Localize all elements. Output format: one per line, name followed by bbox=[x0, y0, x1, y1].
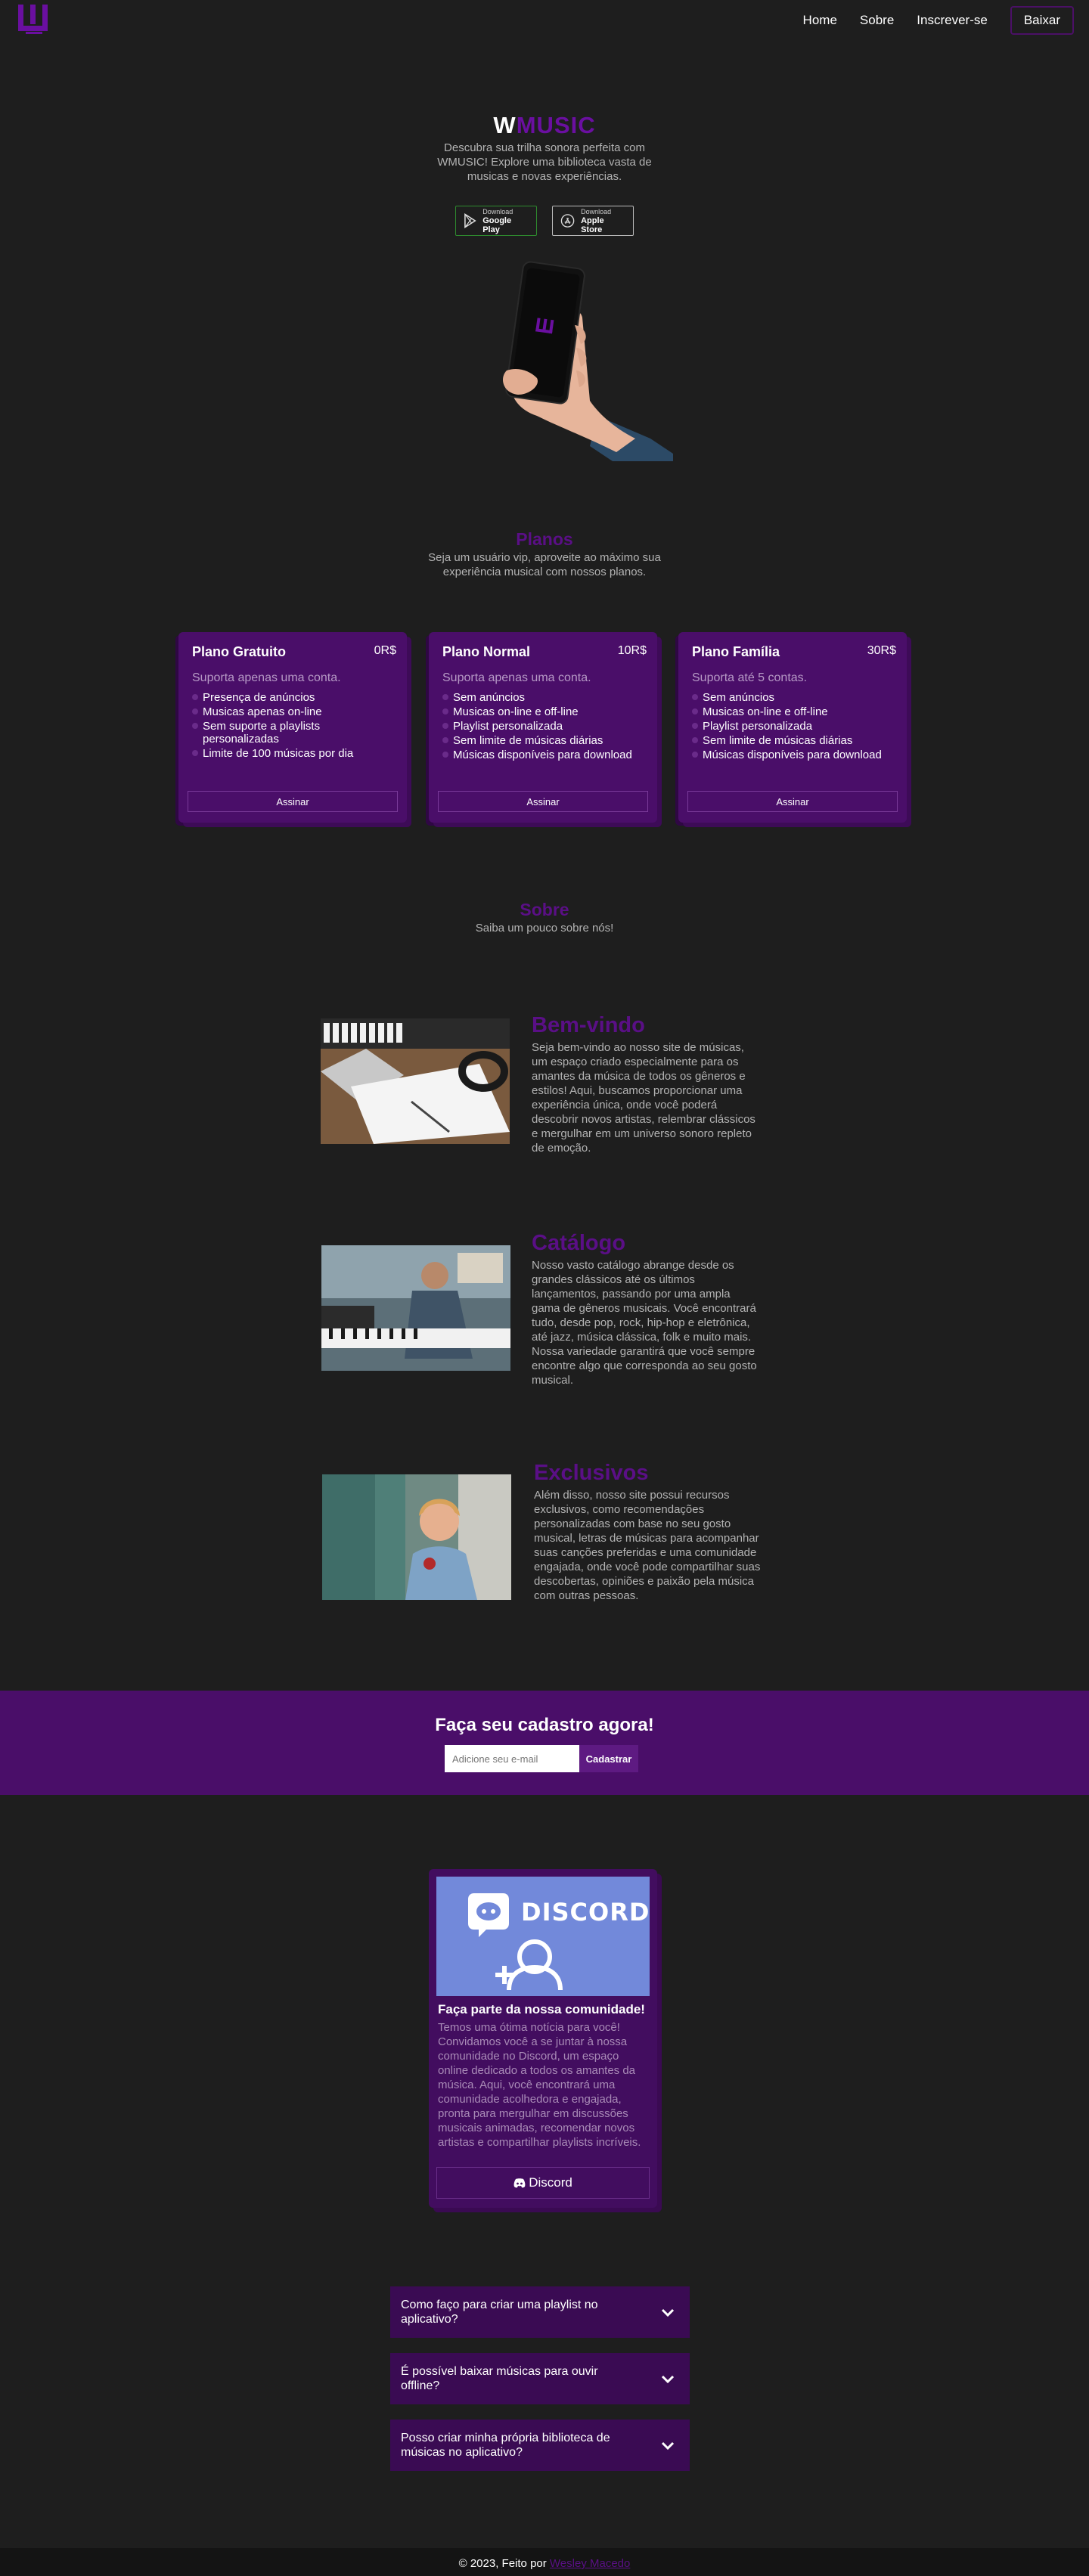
apple-store-text: Download Apple Store bbox=[581, 207, 625, 234]
apple-store-button[interactable]: Download Apple Store bbox=[552, 206, 634, 236]
faq-question: É possível baixar músicas para ouvir off… bbox=[401, 2365, 598, 2392]
nav-baixar-button[interactable]: Baixar bbox=[1010, 6, 1074, 35]
discord-banner: DISCORD bbox=[436, 1877, 650, 1996]
discord-text: Temos uma ótima notícia para você! Convi… bbox=[438, 2021, 641, 2149]
plan-feature: Presença de anúncios bbox=[192, 691, 396, 704]
plan-feature: Sem anúncios bbox=[692, 691, 896, 704]
plans-section-title: Planos bbox=[516, 529, 573, 549]
discord-icon bbox=[513, 2178, 526, 2187]
plan-card-gratuito: Plano Gratuito 0R$ Suporta apenas uma co… bbox=[178, 632, 407, 823]
plan-feature: Sem anúncios bbox=[442, 691, 647, 704]
assinar-gratuito-button[interactable]: Assinar bbox=[188, 791, 398, 812]
chevron-down-icon bbox=[661, 2308, 675, 2317]
email-input[interactable] bbox=[445, 1745, 579, 1772]
nav-sobre-link[interactable]: Sobre bbox=[860, 13, 894, 28]
hero-subtitle: Descubra sua trilha sonora perfeita com … bbox=[437, 141, 652, 183]
discord-button[interactable]: Discord bbox=[436, 2167, 650, 2199]
plan-support: Suporta apenas uma conta. bbox=[192, 671, 341, 684]
plan-feature: Sem limite de músicas diárias bbox=[442, 734, 647, 747]
about-title-catalogo: Catálogo bbox=[532, 1231, 626, 1255]
plan-card-normal: Plano Normal 10R$ Suporta apenas uma con… bbox=[429, 632, 657, 823]
about-title-bemvindo: Bem-vindo bbox=[532, 1013, 645, 1037]
plan-feature: Sem limite de músicas diárias bbox=[692, 734, 896, 747]
about-text-bemvindo: Seja bem-vindo ao nosso site de músicas,… bbox=[532, 1041, 755, 1155]
studio-desk-image bbox=[321, 1018, 510, 1144]
plan-feature: Músicas disponíveis para download bbox=[692, 749, 896, 761]
plan-feature: Musicas on-line e off-line bbox=[442, 705, 647, 718]
discord-title: Faça parte da nossa comunidade! bbox=[438, 2002, 645, 2016]
about-text-catalogo: Nosso vasto catálogo abrange desde os gr… bbox=[532, 1259, 757, 1387]
signup-title: Faça seu cadastro agora! bbox=[435, 1715, 654, 1735]
faq-item[interactable]: Como faço para criar uma playlist no apl… bbox=[390, 2286, 690, 2338]
google-play-button[interactable]: Download Google Play bbox=[455, 206, 537, 236]
plan-name: Plano Gratuito bbox=[192, 644, 287, 659]
about-section-title: Sobre bbox=[520, 900, 569, 919]
faq-item[interactable]: Posso criar minha própria biblioteca de … bbox=[390, 2419, 690, 2471]
google-play-small: Download bbox=[482, 208, 513, 215]
plan-features: Sem anúncios Musicas on-line e off-line … bbox=[442, 691, 647, 763]
discord-card: DISCORD Faça parte da nossa comunidade! … bbox=[429, 1869, 657, 2208]
discord-button-label: Discord bbox=[529, 2175, 572, 2190]
nav-links: Home Sobre Inscrever-se Baixar bbox=[803, 6, 1074, 35]
google-play-big: Google Play bbox=[482, 216, 512, 234]
app-store-icon bbox=[560, 214, 575, 228]
faq-question: Como faço para criar uma playlist no apl… bbox=[401, 2299, 598, 2326]
about-text-exclusivos: Além disso, nosso site possui recursos e… bbox=[534, 1489, 761, 1602]
musician-keyboard-image bbox=[321, 1245, 510, 1371]
plan-features: Sem anúncios Musicas on-line e off-line … bbox=[692, 691, 896, 763]
plan-price: 10R$ bbox=[617, 644, 647, 657]
nav-inscrever-link[interactable]: Inscrever-se bbox=[917, 13, 988, 28]
about-section-subtitle: Saiba um pouco sobre nós! bbox=[475, 922, 614, 935]
hand-holding-phone-image bbox=[503, 261, 673, 461]
discord-banner-word: DISCORD bbox=[521, 1898, 650, 1927]
plan-price: 30R$ bbox=[867, 644, 896, 657]
plan-name: Plano Família bbox=[692, 644, 780, 659]
footer: © 2023, Feito por Wesley Macedo bbox=[0, 2548, 1089, 2576]
nav-home-link[interactable]: Home bbox=[803, 13, 837, 28]
plan-feature: Limite de 100 músicas por dia bbox=[192, 747, 396, 760]
wmusic-logo-icon[interactable] bbox=[17, 3, 50, 35]
google-play-icon bbox=[464, 213, 476, 228]
plan-feature: Músicas disponíveis para download bbox=[442, 749, 647, 761]
faq-item[interactable]: É possível baixar músicas para ouvir off… bbox=[390, 2353, 690, 2404]
plan-feature: Playlist personalizada bbox=[692, 720, 896, 733]
plan-card-familia: Plano Família 30R$ Suporta até 5 contas.… bbox=[678, 632, 907, 823]
plans-section-subtitle: Seja um usuário vip, aproveite ao máximo… bbox=[428, 551, 661, 578]
plan-support: Suporta apenas uma conta. bbox=[442, 671, 591, 684]
hero-title-music: MUSIC bbox=[516, 112, 596, 138]
apple-store-big: Apple Store bbox=[581, 216, 604, 234]
footer-copyright: © 2023, Feito por bbox=[458, 2557, 550, 2570]
cadastrar-button[interactable]: Cadastrar bbox=[579, 1745, 638, 1772]
plan-feature: Musicas on-line e off-line bbox=[692, 705, 896, 718]
footer-author-link[interactable]: Wesley Macedo bbox=[550, 2557, 630, 2570]
navbar: Home Sobre Inscrever-se Baixar bbox=[0, 0, 1089, 38]
assinar-normal-button[interactable]: Assinar bbox=[438, 791, 648, 812]
faq-question: Posso criar minha própria biblioteca de … bbox=[401, 2432, 610, 2459]
plan-feature: Sem suporte a playlists personalizadas bbox=[192, 720, 396, 746]
chevron-down-icon bbox=[661, 2375, 675, 2384]
google-play-text: Download Google Play bbox=[482, 207, 529, 234]
hero-title: WMUSIC bbox=[0, 112, 1089, 139]
assinar-familia-button[interactable]: Assinar bbox=[687, 791, 898, 812]
apple-store-small: Download bbox=[581, 208, 612, 215]
plan-support: Suporta até 5 contas. bbox=[692, 671, 808, 684]
signup-band: Faça seu cadastro agora! Cadastrar bbox=[0, 1691, 1089, 1795]
about-title-exclusivos: Exclusivos bbox=[534, 1461, 649, 1485]
chevron-down-icon bbox=[661, 2441, 675, 2450]
footer-text: © 2023, Feito por Wesley Macedo bbox=[0, 2557, 1089, 2570]
plan-feature: Musicas apenas on-line bbox=[192, 705, 396, 718]
plan-feature: Playlist personalizada bbox=[442, 720, 647, 733]
plan-name: Plano Normal bbox=[442, 644, 531, 659]
woman-headphones-image bbox=[322, 1474, 511, 1600]
plan-features: Presença de anúncios Musicas apenas on-l… bbox=[192, 691, 396, 761]
discord-add-user-icon bbox=[468, 1893, 563, 1991]
hero-title-w: W bbox=[493, 112, 517, 138]
plan-price: 0R$ bbox=[374, 644, 396, 657]
